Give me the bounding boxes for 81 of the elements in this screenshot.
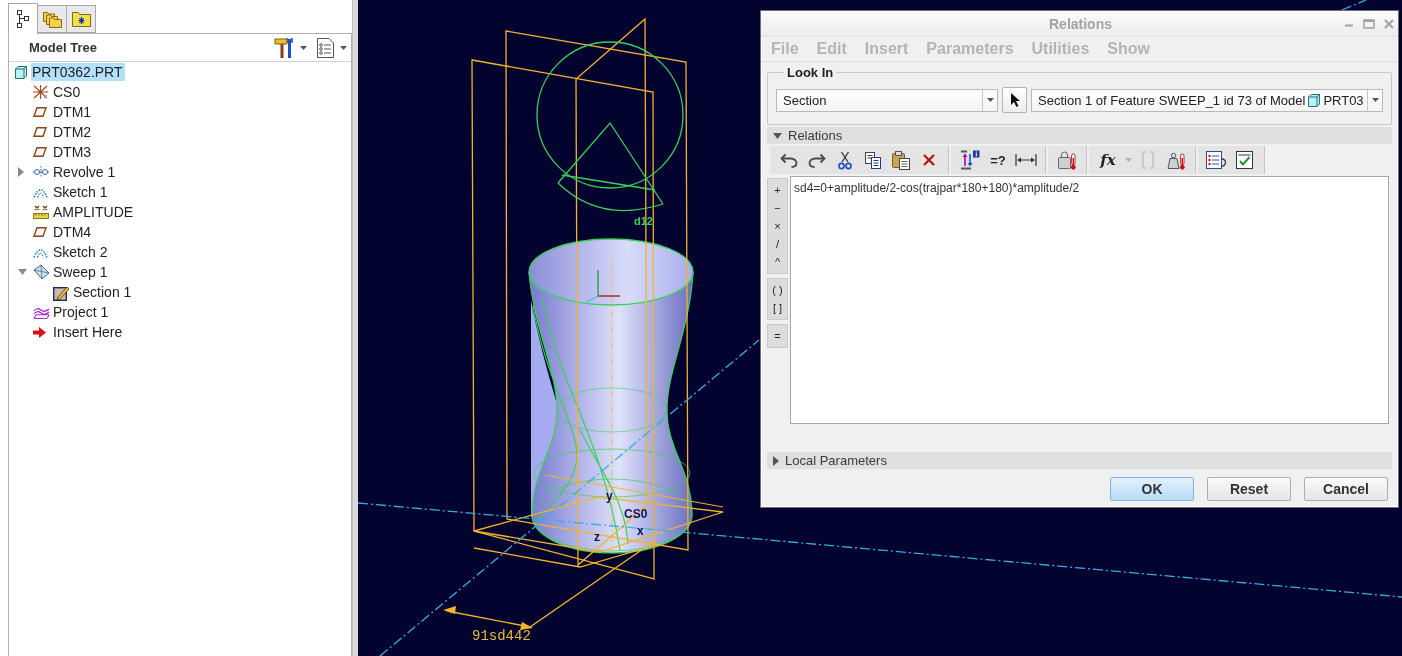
dimension-icon [1015, 153, 1037, 167]
cube-icon [15, 65, 27, 79]
panel-tab[interactable] [8, 3, 38, 34]
arrow-icon [33, 326, 46, 338]
list-icon [317, 37, 334, 58]
caret-icon [1124, 158, 1132, 162]
caret-icon [1371, 98, 1379, 102]
ruler-icon [33, 205, 49, 219]
scissors-icon [838, 150, 852, 170]
operator-button[interactable]: / [768, 235, 787, 253]
query-button[interactable]: =? [984, 148, 1012, 172]
plane-icon [33, 147, 47, 157]
tree-item[interactable]: Sketch 1 [52, 183, 110, 201]
dimension-label: 91sd442 [472, 628, 531, 644]
tree-item[interactable]: AMPLITUDE [52, 203, 136, 221]
tree-item[interactable]: Sweep 1 [52, 263, 110, 281]
sketch-arc-icon [33, 246, 48, 258]
operator-button[interactable]: ( ) [768, 281, 787, 299]
plane-icon [33, 127, 47, 137]
caret-icon [340, 45, 347, 50]
tree-item[interactable]: PRT0362.PRT [31, 63, 125, 81]
delete-icon [922, 153, 936, 167]
arrows-icon [960, 150, 980, 170]
caret-icon [300, 45, 307, 50]
sketch-arc-icon [33, 186, 48, 198]
copy-icon [865, 151, 881, 169]
revolve-icon [33, 166, 49, 178]
tree-item[interactable]: Revolve 1 [52, 163, 118, 181]
tree-item[interactable]: DTM1 [52, 103, 94, 121]
plane-icon [33, 227, 47, 237]
operator-button[interactable]: × [768, 217, 787, 235]
tree-item[interactable]: DTM4 [52, 223, 94, 241]
plane-icon [33, 107, 47, 117]
dialog-button[interactable]: Reset [1207, 477, 1291, 501]
pick-button[interactable] [1002, 87, 1027, 113]
tree-item[interactable]: Insert Here [52, 323, 125, 341]
star-folder-icon [71, 11, 91, 27]
cursor-icon [1009, 92, 1020, 108]
brackets-icon [1141, 150, 1155, 170]
type-dropdown[interactable]: Section [776, 88, 998, 112]
dialog-button[interactable]: Cancel [1304, 477, 1388, 501]
group-label: Look In [786, 65, 835, 80]
tree-item[interactable]: CS0 [52, 83, 83, 101]
folders-icon [42, 10, 62, 28]
lock-thermometer-icon [1057, 150, 1077, 170]
panel-title: Model Tree [29, 40, 98, 55]
wave-icon [33, 305, 50, 319]
operator-button[interactable]: = [768, 327, 787, 345]
checklist-icon [1236, 151, 1254, 169]
sweep-icon [33, 264, 50, 280]
target-dropdown[interactable]: Section 1 of Feature SWEEP_1 id 73 of Model PRT03 [1031, 88, 1383, 112]
tree-item[interactable]: Section 1 [72, 283, 134, 301]
local-parameters-header[interactable]: Local Parameters [767, 452, 1392, 469]
datum-axis-line [1341, 0, 1367, 11]
tree-item[interactable]: Sketch 2 [52, 243, 110, 261]
cube-icon [1308, 93, 1321, 107]
list-icon [1206, 151, 1228, 169]
tree-item[interactable]: Project 1 [52, 303, 111, 321]
tree-item[interactable]: DTM2 [52, 123, 94, 141]
caret-icon [986, 98, 994, 102]
expander-triangle-icon[interactable] [18, 167, 24, 177]
dialog-button[interactable]: OK [1110, 477, 1194, 501]
dialog-title: Relations [1049, 15, 1112, 32]
hierarchy-icon [17, 10, 29, 28]
undo-icon [780, 152, 798, 168]
coordinate-system-icon [33, 85, 48, 99]
weight-thermometer-icon [1166, 150, 1186, 170]
relations-editor[interactable]: sd4=0+amplitude/2-cos(trajpar*180+180)*amplitude/2 [790, 176, 1389, 424]
function-button[interactable]: fx [1094, 148, 1122, 172]
operator-button[interactable]: ^ [768, 253, 787, 271]
relations-header[interactable]: Relations [767, 127, 1392, 144]
tree-item[interactable]: DTM3 [52, 143, 94, 161]
operator-button[interactable]: [ ] [768, 299, 787, 317]
operator-button[interactable]: − [768, 199, 787, 217]
expander-triangle-icon[interactable] [18, 269, 27, 275]
hammer-wrench-icon [274, 36, 294, 59]
operator-button[interactable]: + [768, 181, 787, 199]
display-options-button[interactable] [317, 35, 347, 60]
axis-label: x [637, 524, 644, 538]
clipboard-icon [892, 150, 910, 170]
redo-icon [808, 152, 826, 168]
